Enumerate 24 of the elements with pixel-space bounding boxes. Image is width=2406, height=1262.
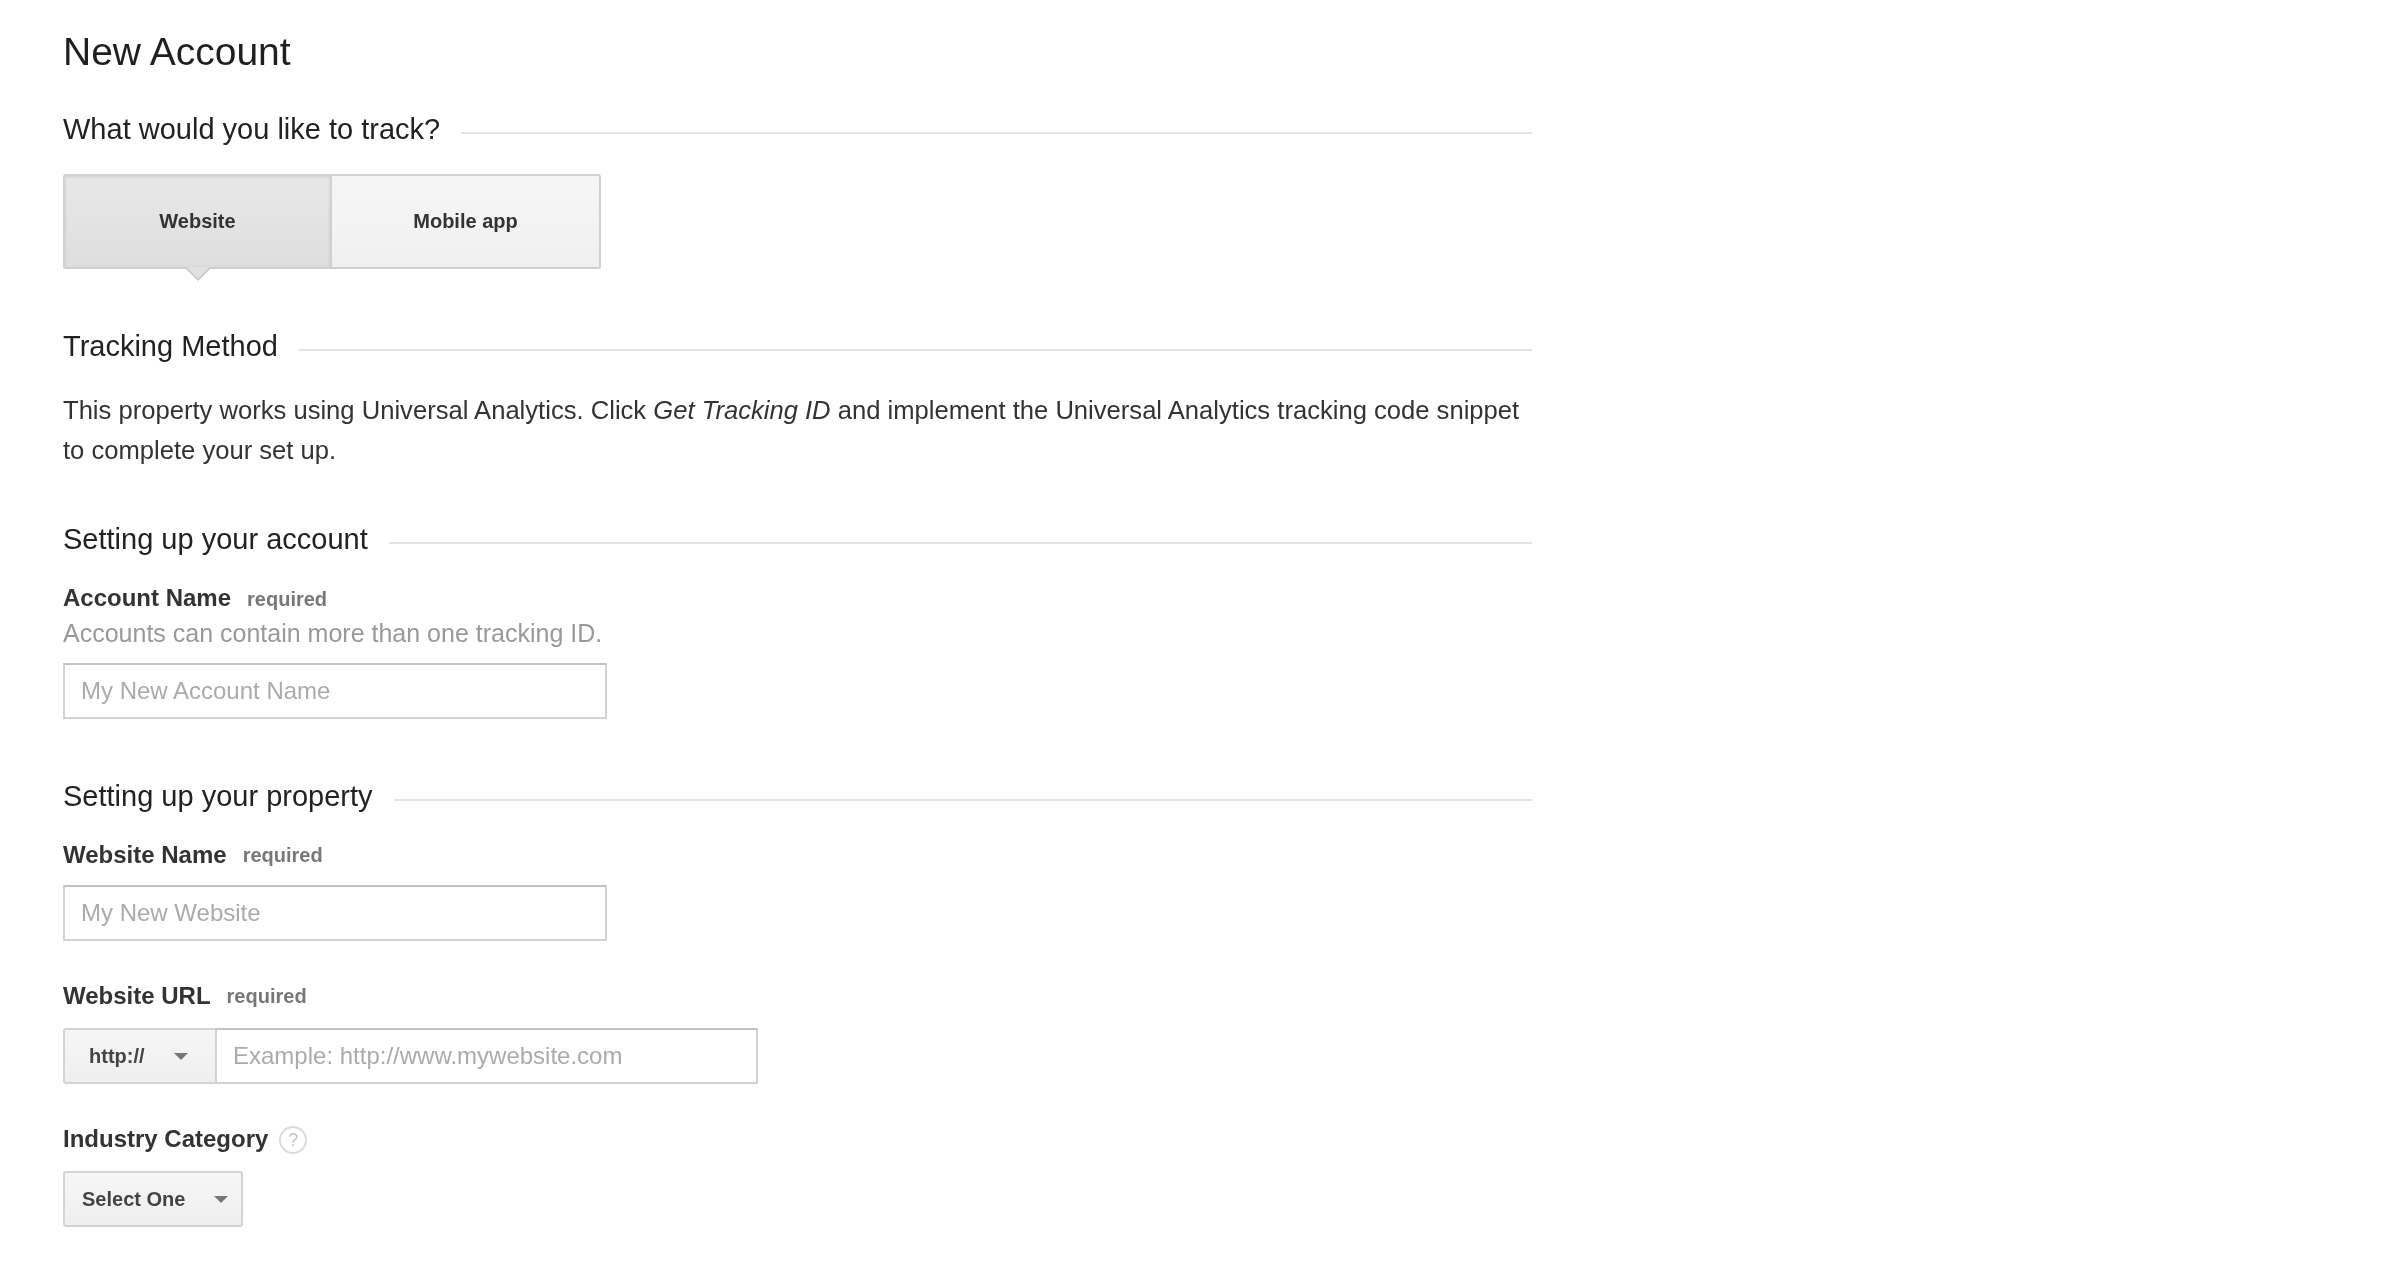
section-heading: Tracking Method bbox=[63, 328, 278, 364]
description-text: This property works using Universal Analytics. Click Get Tracking ID and implement the Universal Analytics tracking code snippet to complete your set up. bbox=[63, 395, 1521, 467]
caret-icon bbox=[173, 1052, 188, 1060]
section-heading: Setting up your account bbox=[63, 522, 368, 558]
required-note: required bbox=[226, 983, 307, 1008]
text-field[interactable]: My New Account Name bbox=[63, 663, 607, 719]
required-note: required bbox=[242, 843, 323, 868]
field-label: Website Name bbox=[63, 840, 227, 870]
track-option-tab[interactable]: Mobile app bbox=[332, 173, 601, 269]
section-heading: What would you like to track? bbox=[63, 111, 441, 147]
field-label: Account Name bbox=[63, 584, 232, 613]
section-heading: Setting up your property bbox=[63, 779, 373, 814]
pointer-icon bbox=[184, 266, 211, 281]
field-hint: Accounts can contain more than one tracking ID. bbox=[63, 618, 604, 648]
category-dropdown[interactable]: Select One bbox=[63, 1171, 243, 1228]
page-title: New Account bbox=[63, 29, 292, 75]
text-field[interactable]: My New Website bbox=[63, 884, 607, 941]
required-note: required bbox=[247, 586, 328, 611]
track-option-tab[interactable]: Website bbox=[63, 173, 332, 269]
field-label: Website URL bbox=[63, 981, 211, 1011]
caret-icon bbox=[214, 1195, 229, 1203]
url-field[interactable]: Example: http://www.mywebsite.com bbox=[215, 1028, 758, 1085]
protocol-dropdown[interactable]: http:// bbox=[63, 1028, 215, 1085]
field-label: Industry Category bbox=[63, 1125, 269, 1155]
